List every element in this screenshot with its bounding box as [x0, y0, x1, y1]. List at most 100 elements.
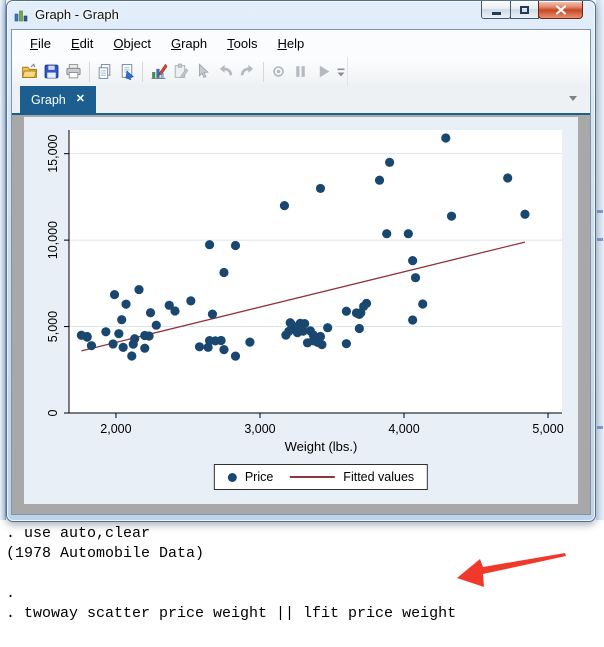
legend-label-price: Price [244, 470, 274, 484]
scatter-point [302, 338, 313, 348]
legend-entry-price: Price [227, 470, 274, 484]
printer-icon [66, 64, 81, 79]
scatter-point [76, 330, 86, 340]
graph-pencil-icon [151, 63, 167, 79]
console-line: . twoway scatter price weight || lfit pr… [6, 605, 457, 622]
copy-icon [99, 64, 111, 79]
scatter-point [114, 329, 124, 339]
scatter-point [284, 326, 294, 336]
scatter-point [108, 339, 118, 349]
rename-button[interactable] [170, 60, 192, 84]
scatter-point [140, 330, 150, 341]
legend: Price Fitted values [213, 464, 429, 490]
menu-object[interactable]: Object [103, 32, 161, 55]
scatter-point [410, 273, 421, 283]
tab-graph[interactable]: Graph ✕ [20, 86, 96, 113]
floppy-disk-icon [44, 64, 59, 79]
scatter-point [121, 299, 131, 309]
toolbar-overflow-button[interactable] [334, 60, 347, 84]
scatter-point [317, 340, 327, 350]
y-tick-label: 0 [46, 409, 60, 416]
scatter-marker-icon [227, 472, 237, 482]
record-circle-icon [273, 66, 284, 77]
scatter-point [230, 351, 241, 361]
scatter-point [418, 299, 428, 309]
scatter-point [374, 175, 385, 185]
scatter-point [86, 341, 97, 351]
toolbar-separator [262, 61, 264, 82]
x-tick-label: 5,000 [532, 422, 563, 436]
menu-graph[interactable]: Graph [161, 32, 217, 55]
title-bar[interactable]: Graph - Graph [7, 1, 595, 29]
scatter-point [403, 229, 413, 239]
minimize-icon [491, 11, 501, 15]
y-tick-label: 5,000 [46, 311, 60, 342]
scatter-point [408, 256, 418, 266]
undo-button[interactable] [214, 60, 236, 84]
menu-tools[interactable]: Tools [217, 32, 267, 55]
scatter-point [323, 323, 333, 333]
tab-label: Graph [31, 92, 66, 107]
x-axis-title: Weight (lbs.) [284, 439, 358, 454]
scatter-point [285, 318, 295, 328]
background-window-artifact [597, 426, 603, 429]
scatter-point [279, 201, 290, 211]
minimize-button[interactable] [481, 1, 511, 19]
toolbar-separator [142, 61, 144, 82]
clipboard-pencil-icon [174, 63, 189, 79]
scatter-point [300, 318, 310, 329]
redo-arrow-icon [240, 64, 254, 76]
save-button[interactable] [40, 60, 62, 84]
play-icon [319, 65, 330, 78]
legend-entry-fitted: Fitted values [290, 470, 414, 484]
menu-edit[interactable]: Edit [61, 32, 103, 55]
record-button[interactable] [268, 60, 290, 84]
play-button[interactable] [312, 60, 334, 84]
scatter-point [356, 308, 366, 318]
restore-button[interactable] [510, 1, 539, 19]
y-tick-label: 10,000 [46, 221, 60, 259]
print-button[interactable] [63, 60, 85, 84]
redo-button[interactable] [236, 60, 258, 84]
graph-window: Graph - Graph File Edit Object Graph Too… [6, 0, 596, 522]
menu-bar: File Edit Object Graph Tools Help [12, 30, 590, 57]
scatter-point [385, 157, 395, 167]
scatter-point [408, 315, 418, 325]
scatter-point [341, 339, 351, 349]
scatter-point [186, 296, 196, 306]
tab-close-icon[interactable]: ✕ [76, 94, 85, 105]
tab-bar: Graph ✕ [12, 86, 590, 115]
scatter-point [130, 334, 140, 344]
pointer-button[interactable] [192, 60, 214, 84]
scatter-point [207, 309, 218, 319]
fit-line-icon [290, 476, 336, 478]
scatter-point [210, 336, 220, 346]
scatter-point [341, 306, 351, 316]
menu-file[interactable]: File [20, 32, 61, 55]
scatter-point [151, 320, 161, 330]
tab-list-dropdown[interactable] [569, 96, 577, 101]
scatter-point [101, 327, 111, 337]
scatter-point [170, 306, 180, 316]
scatter-point [245, 337, 255, 347]
window-title: Graph - Graph [35, 7, 119, 22]
scatter-point [520, 209, 530, 219]
toolbar-separator [88, 61, 90, 82]
pause-button[interactable] [290, 60, 312, 84]
scatter-point [194, 342, 205, 352]
scatter-point [145, 308, 156, 318]
menu-help[interactable]: Help [267, 32, 314, 55]
copy-button[interactable] [94, 60, 116, 84]
graph-editor-button[interactable] [147, 60, 169, 84]
graph-viewport: 0 5,000 10,000 15,000 2,000 3,000 4,000 5,000 W… [12, 115, 590, 514]
scatter-point [204, 240, 215, 250]
copy-to-document-button[interactable] [116, 60, 138, 84]
open-button[interactable] [18, 60, 40, 84]
toolbar [12, 57, 590, 86]
red-arrow-annotation [457, 553, 566, 587]
close-button[interactable] [538, 1, 583, 19]
background-window-artifact [597, 238, 603, 241]
plot-background [69, 130, 562, 413]
folder-open-icon [21, 63, 37, 78]
undo-arrow-icon [219, 64, 232, 76]
